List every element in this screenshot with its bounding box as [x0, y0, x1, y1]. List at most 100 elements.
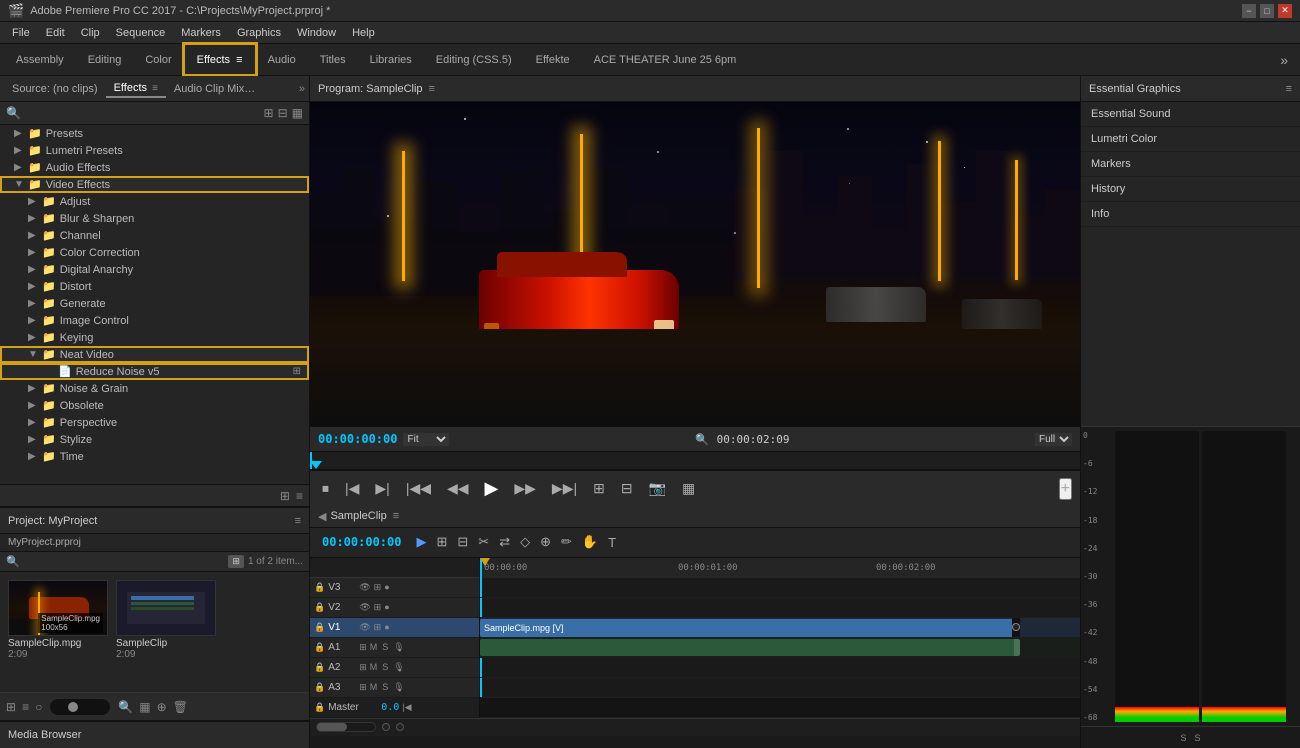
new-item-button[interactable]: ⊕	[157, 700, 167, 714]
go-to-in-button[interactable]: |◀◀	[402, 476, 435, 501]
lock-icon[interactable]: 🔒	[314, 622, 325, 633]
delete-effect-icon[interactable]: ⊟	[278, 106, 288, 120]
project-menu-icon[interactable]: ≡	[295, 515, 301, 527]
tree-item-audio-effects[interactable]: ▶ 📁 Audio Effects	[0, 159, 309, 176]
tab-audio-clip-mixer[interactable]: Audio Clip Mixer: Sam...	[166, 81, 266, 97]
markers-item[interactable]: Markers	[1081, 152, 1300, 177]
tab-audio[interactable]: Audio	[256, 44, 308, 75]
menu-help[interactable]: Help	[344, 25, 383, 41]
tree-item-reduce-noise-v5[interactable]: 📄 Reduce Noise v5 ⊞	[0, 363, 309, 380]
tab-assembly[interactable]: Assembly	[4, 44, 76, 75]
menu-edit[interactable]: Edit	[38, 25, 73, 41]
track-mic-a3[interactable]: 🎙	[393, 682, 404, 693]
icon-list-btn[interactable]: ⊞	[228, 555, 244, 568]
go-to-out-button[interactable]: ▶▶|	[548, 476, 581, 501]
timeline-clip-v1[interactable]: SampleClip.mpg [V]	[480, 619, 1020, 637]
lock-icon[interactable]: 🔒	[314, 602, 325, 613]
menu-markers[interactable]: Markers	[173, 25, 229, 41]
maximize-button[interactable]: □	[1260, 4, 1274, 18]
timeline-tracks[interactable]: 00:00:00 00:00:01:00 00:00:02:00	[480, 558, 1080, 718]
timeline-scrollbar[interactable]	[316, 722, 376, 732]
track-sync-v3[interactable]: ⊞	[374, 582, 382, 593]
tab-libraries[interactable]: Libraries	[358, 44, 424, 75]
track-visibility-v2[interactable]: 👁	[359, 602, 370, 613]
export-frame-button[interactable]: 📷	[645, 476, 670, 501]
track-mic-a2[interactable]: 🎙	[393, 662, 404, 673]
tree-item-obsolete[interactable]: ▶ 📁 Obsolete	[0, 397, 309, 414]
track-s-a3[interactable]: S	[382, 682, 388, 692]
timeline-timecode[interactable]: 00:00:00:00	[314, 535, 409, 549]
frame-back-button[interactable]: |◀	[341, 476, 363, 501]
text-tool-button[interactable]: T	[605, 532, 619, 553]
track-sync-v2[interactable]: ⊞	[374, 602, 382, 613]
tree-item-channel[interactable]: ▶ 📁 Channel	[0, 227, 309, 244]
track-master-end[interactable]: |◀	[402, 702, 411, 713]
icon-view-button[interactable]: ≡	[22, 700, 29, 714]
tree-item-digital-anarchy[interactable]: ▶ 📁 Digital Anarchy	[0, 261, 309, 278]
master-volume[interactable]: 0.0	[381, 702, 399, 713]
track-sync-a1[interactable]: ⊞	[359, 642, 367, 653]
tab-editing-css[interactable]: Editing (CSS.5)	[424, 44, 524, 75]
tree-item-lumetri-presets[interactable]: ▶ 📁 Lumetri Presets	[0, 142, 309, 159]
button-editor-button[interactable]: ▦	[678, 476, 699, 501]
track-m-a1[interactable]: M	[370, 642, 378, 652]
project-item-sampleclip-mpg[interactable]: SampleClip.mpg100x56 SampleClip.mpg 2:09	[8, 580, 108, 660]
step-back-button[interactable]: ⏹	[318, 476, 333, 501]
track-sync-v1[interactable]: ⊞	[374, 622, 382, 633]
pen-tool-button[interactable]: ✏	[558, 531, 575, 553]
add-to-timeline-button[interactable]: +	[1059, 478, 1072, 500]
project-search-input[interactable]	[24, 556, 225, 567]
monitor-timeline-ruler[interactable]	[310, 452, 1080, 470]
track-settings-v3[interactable]: ●	[384, 582, 389, 592]
new-bin-project-button[interactable]: ▦	[139, 700, 150, 714]
essential-graphics-menu-icon[interactable]: ≡	[1286, 83, 1292, 95]
tree-item-perspective[interactable]: ▶ 📁 Perspective	[0, 414, 309, 431]
tab-color[interactable]: Color	[133, 44, 183, 75]
project-item-sampleclip-seq[interactable]: SampleClip 2:09	[116, 580, 216, 660]
menu-graphics[interactable]: Graphics	[229, 25, 289, 41]
play-button[interactable]: ▶	[481, 474, 503, 503]
lock-icon[interactable]: 🔒	[314, 642, 325, 653]
track-m-a2[interactable]: M	[370, 662, 378, 672]
track-settings-v1[interactable]: ●	[384, 622, 389, 632]
menu-clip[interactable]: Clip	[73, 25, 108, 41]
tree-item-noise-grain[interactable]: ▶ 📁 Noise & Grain	[0, 380, 309, 397]
tab-titles[interactable]: Titles	[308, 44, 358, 75]
timeline-zoom-left[interactable]	[382, 723, 390, 731]
tab-effects[interactable]: Effects ≡	[106, 80, 166, 98]
lumetri-color-item[interactable]: Lumetri Color	[1081, 127, 1300, 152]
play-forward-button[interactable]: ▶▶	[510, 476, 540, 501]
lock-icon[interactable]: 🔒	[314, 662, 325, 673]
track-visibility-v3[interactable]: 👁	[359, 582, 370, 593]
essential-sound-item[interactable]: Essential Sound	[1081, 102, 1300, 127]
tab-ace-theater[interactable]: ACE THEATER June 25 6pm	[582, 44, 749, 75]
tree-item-video-effects[interactable]: ▼ 📁 Video Effects	[0, 176, 309, 193]
list-view-icon[interactable]: ▦	[292, 106, 303, 120]
timeline-menu-icon[interactable]: ≡	[393, 510, 399, 522]
tree-item-presets[interactable]: ▶ 📁 Presets	[0, 125, 309, 142]
monitor-timecode[interactable]: 00:00:00:00	[318, 432, 397, 446]
ripple-edit-button[interactable]: ⊞	[433, 531, 450, 553]
timeline-clip-a1[interactable]	[480, 639, 1020, 656]
monitor-menu-icon[interactable]: ≡	[429, 83, 435, 95]
menu-window[interactable]: Window	[289, 25, 344, 41]
tree-item-color-correction[interactable]: ▶ 📁 Color Correction	[0, 244, 309, 261]
tab-source[interactable]: Source: (no clips)	[4, 81, 106, 97]
track-sync-a2[interactable]: ⊞	[359, 662, 367, 673]
tree-item-distort[interactable]: ▶ 📁 Distort	[0, 278, 309, 295]
fit-selector[interactable]: Fit 25% 50% 100%	[403, 433, 449, 446]
clip-handle-right-a1[interactable]	[1014, 639, 1020, 656]
snap-button[interactable]: ⊕	[537, 531, 554, 553]
shuttle-right-button[interactable]: ⊟	[617, 476, 637, 501]
magnify-icon[interactable]: 🔍	[695, 433, 709, 446]
slip-tool-button[interactable]: ⇄	[496, 531, 513, 553]
info-item[interactable]: Info	[1081, 202, 1300, 227]
new-bin-icon[interactable]: ⊞	[264, 106, 274, 120]
list-view-button[interactable]: ⊞	[6, 700, 16, 714]
tree-item-keying[interactable]: ▶ 📁 Keying	[0, 329, 309, 346]
razor-tool-button[interactable]: ✂	[475, 531, 492, 553]
tree-item-stylize[interactable]: ▶ 📁 Stylize	[0, 431, 309, 448]
track-s-a1[interactable]: S	[382, 642, 388, 652]
freeform-button[interactable]: ○	[35, 700, 42, 714]
tree-item-blur-sharpen[interactable]: ▶ 📁 Blur & Sharpen	[0, 210, 309, 227]
